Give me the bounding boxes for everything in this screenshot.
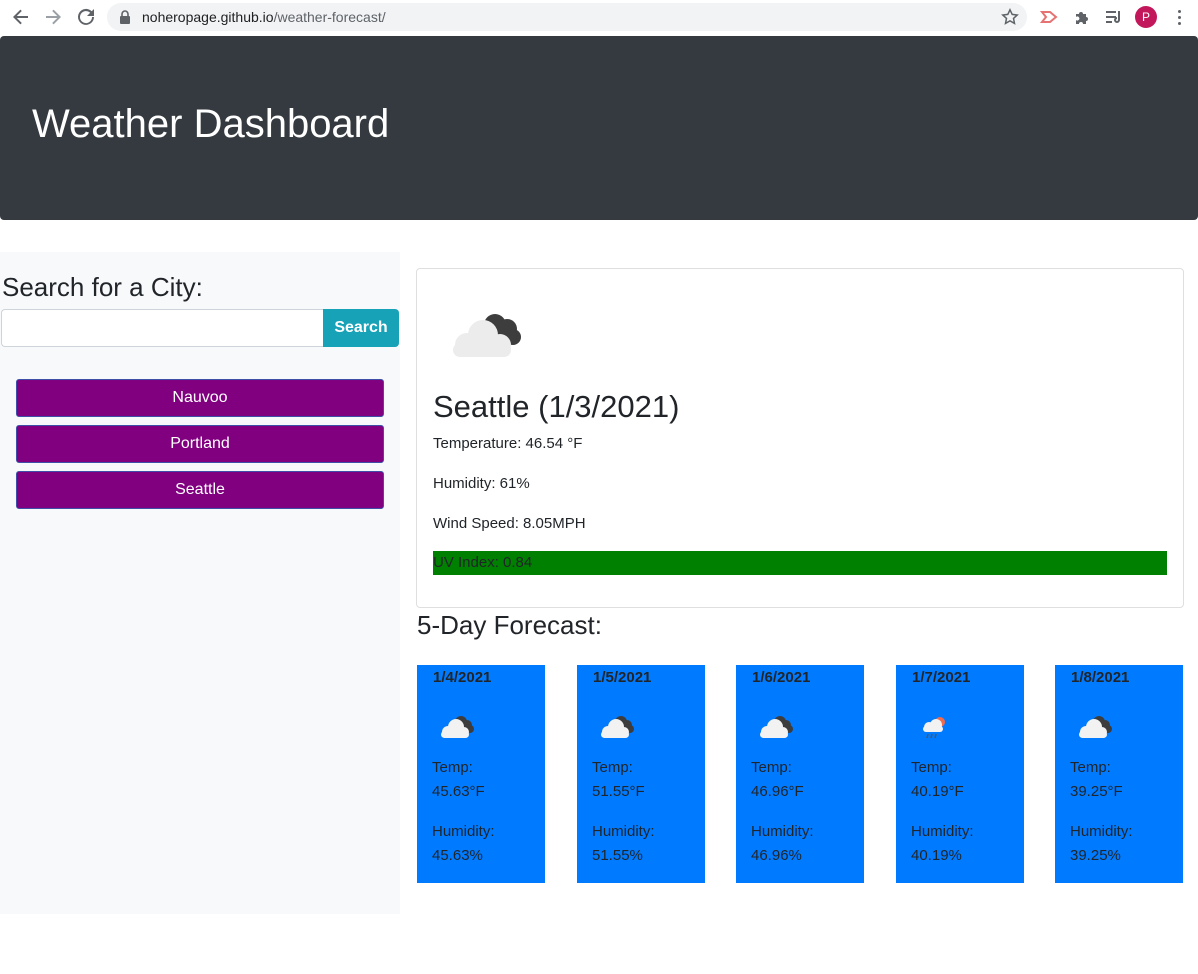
forecast-humidity-value: 51.55% bbox=[592, 847, 643, 864]
forecast-card-day-3: 1/6/2021 Temp: 46.96°F Humidity: 46.96% bbox=[736, 665, 864, 883]
lock-icon bbox=[119, 10, 131, 29]
current-humidity: Humidity: 61% bbox=[433, 475, 530, 492]
rain-icon bbox=[920, 715, 950, 746]
forecast-temp-value: 40.19°F bbox=[911, 783, 964, 800]
cloudy-icon bbox=[445, 305, 525, 366]
forecast-date: 1/4/2021 bbox=[433, 669, 492, 686]
forecast-humidity-value: 39.25% bbox=[1070, 847, 1121, 864]
forecast-temp-value: 39.25°F bbox=[1070, 783, 1123, 800]
cloudy-icon bbox=[756, 713, 794, 744]
city-search-input[interactable] bbox=[1, 309, 323, 347]
forecast-date: 1/6/2021 bbox=[752, 669, 811, 686]
forecast-date: 1/5/2021 bbox=[593, 669, 652, 686]
forecast-temp-value: 45.63°F bbox=[432, 783, 485, 800]
forecast-date: 1/8/2021 bbox=[1071, 669, 1130, 686]
current-temperature: Temperature: 46.54 °F bbox=[433, 435, 583, 452]
extension-icon[interactable] bbox=[1038, 6, 1060, 28]
forecast-humidity-value: 40.19% bbox=[911, 847, 962, 864]
forward-icon[interactable] bbox=[40, 4, 66, 30]
forecast-humidity-label: Humidity: bbox=[911, 823, 974, 840]
forecast-heading: 5-Day Forecast: bbox=[417, 610, 602, 640]
forecast-temp-label: Temp: bbox=[911, 759, 952, 776]
forecast-date: 1/7/2021 bbox=[912, 669, 971, 686]
header-banner: Weather Dashboard bbox=[0, 36, 1198, 220]
search-heading: Search for a City: bbox=[2, 272, 203, 302]
cloudy-icon bbox=[1075, 713, 1113, 744]
forecast-card-day-2: 1/5/2021 Temp: 51.55°F Humidity: 51.55% bbox=[577, 665, 705, 883]
current-wind-speed: Wind Speed: 8.05MPH bbox=[433, 515, 586, 532]
search-button[interactable]: Search bbox=[323, 309, 399, 347]
city-button-seattle[interactable]: Seattle bbox=[16, 471, 384, 509]
city-button-portland[interactable]: Portland bbox=[16, 425, 384, 463]
reload-icon[interactable] bbox=[73, 4, 99, 30]
forecast-card-day-1: 1/4/2021 Temp: 45.63°F Humidity: 45.63% bbox=[417, 665, 545, 883]
city-history-list: Nauvoo Portland Seattle bbox=[16, 379, 384, 517]
back-icon[interactable] bbox=[8, 4, 34, 30]
forecast-temp-label: Temp: bbox=[1070, 759, 1111, 776]
forecast-humidity-value: 46.96% bbox=[751, 847, 802, 864]
forecast-humidity-value: 45.63% bbox=[432, 847, 483, 864]
uv-index-bar: UV Index: 0.84 bbox=[433, 551, 1167, 575]
current-weather-card: Seattle (1/3/2021) Temperature: 46.54 °F… bbox=[416, 268, 1184, 608]
puzzle-icon[interactable] bbox=[1071, 6, 1093, 28]
cloudy-icon bbox=[437, 713, 475, 744]
forecast-humidity-label: Humidity: bbox=[592, 823, 655, 840]
url-text: noheropage.github.io/weather-forecast/ bbox=[142, 9, 386, 25]
forecast-temp-label: Temp: bbox=[432, 759, 473, 776]
cloudy-icon bbox=[597, 713, 635, 744]
forecast-temp-label: Temp: bbox=[751, 759, 792, 776]
browser-toolbar: noheropage.github.io/weather-forecast/ P bbox=[0, 0, 1198, 36]
profile-avatar[interactable]: P bbox=[1135, 6, 1157, 28]
forecast-temp-value: 51.55°F bbox=[592, 783, 645, 800]
forecast-humidity-label: Humidity: bbox=[751, 823, 814, 840]
search-sidebar: Search for a City: Search Nauvoo Portlan… bbox=[0, 252, 400, 914]
forecast-temp-label: Temp: bbox=[592, 759, 633, 776]
bookmark-star-icon[interactable] bbox=[1001, 8, 1019, 31]
forecast-humidity-label: Humidity: bbox=[1070, 823, 1133, 840]
city-button-nauvoo[interactable]: Nauvoo bbox=[16, 379, 384, 417]
page-title: Weather Dashboard bbox=[32, 102, 390, 146]
media-icon[interactable] bbox=[1103, 6, 1125, 28]
address-bar[interactable]: noheropage.github.io/weather-forecast/ bbox=[107, 3, 1027, 31]
forecast-humidity-label: Humidity: bbox=[432, 823, 495, 840]
menu-icon[interactable] bbox=[1172, 6, 1186, 28]
current-city-title: Seattle (1/3/2021) bbox=[433, 389, 680, 424]
forecast-temp-value: 46.96°F bbox=[751, 783, 804, 800]
forecast-card-day-5: 1/8/2021 Temp: 39.25°F Humidity: 39.25% bbox=[1055, 665, 1183, 883]
forecast-card-day-4: 1/7/2021 Temp: 40.19°F Humidity: 40.19% bbox=[896, 665, 1024, 883]
